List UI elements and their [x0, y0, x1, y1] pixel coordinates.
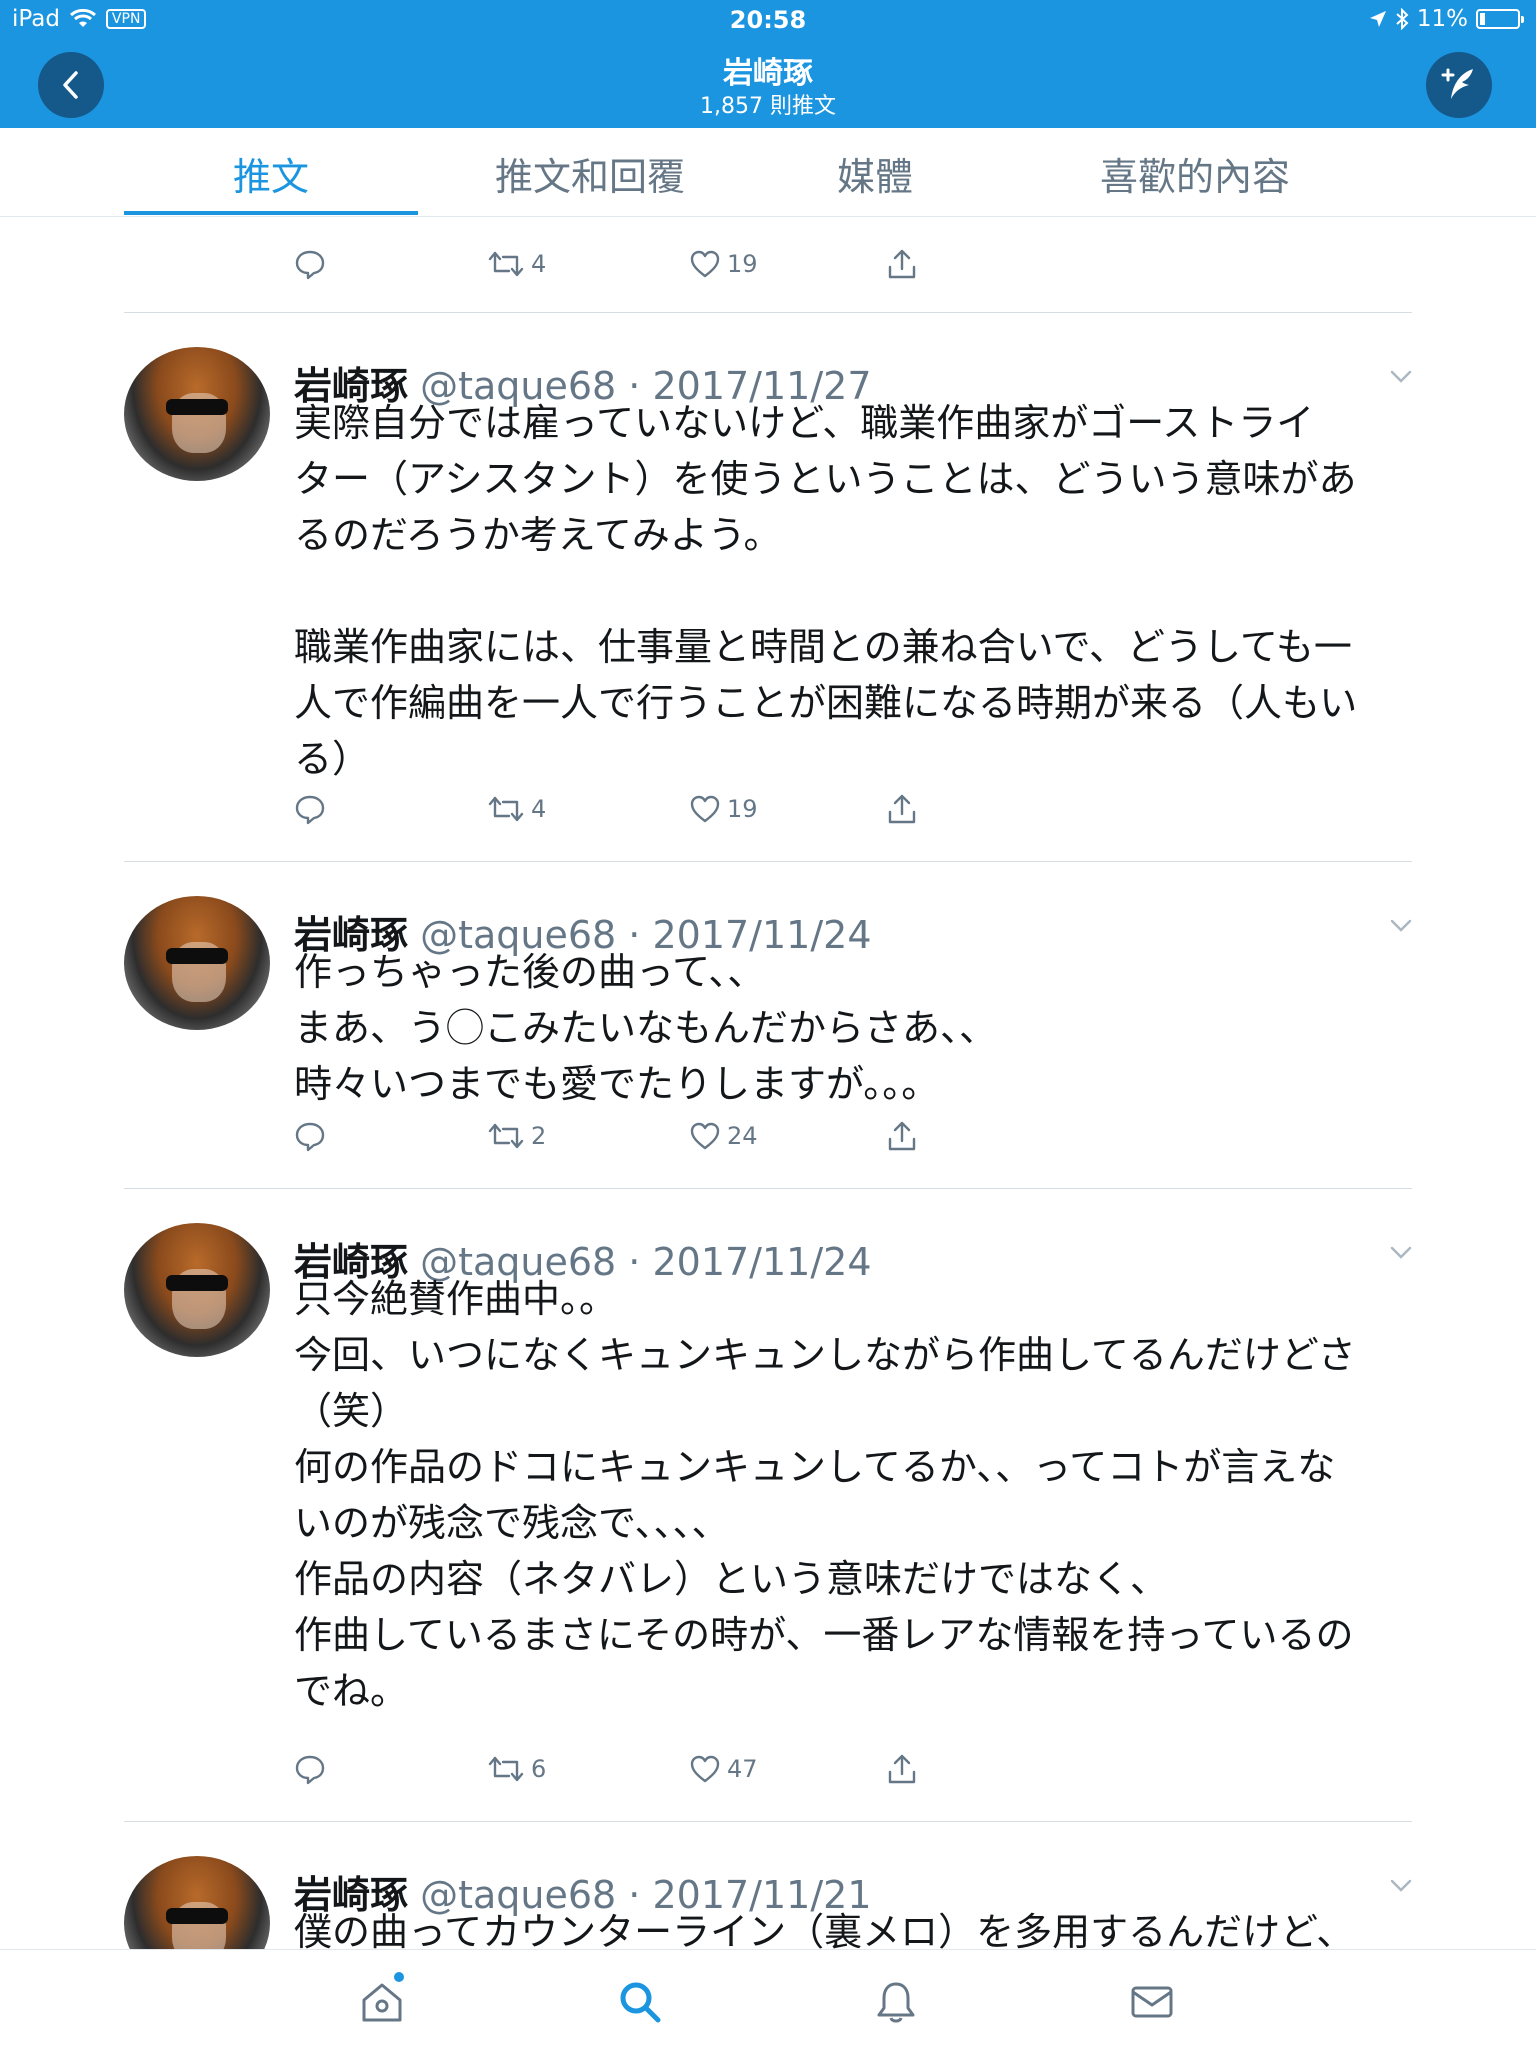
separator: [124, 1821, 1412, 1822]
retweet-count: 4: [531, 795, 547, 823]
reply-icon: [295, 1755, 325, 1785]
heart-icon: [690, 1755, 720, 1783]
battery-percent: 11%: [1416, 6, 1468, 32]
retweet-button[interactable]: 4: [487, 242, 546, 286]
like-button[interactable]: 19: [689, 787, 758, 831]
tweet-count: 1,857 則推文: [700, 94, 836, 119]
like-count: 19: [727, 250, 758, 278]
tweet-actions: 4 19: [0, 787, 1536, 831]
top-bar: iPad VPN 20:58 11% 岩崎琢 1,857 則推文: [0, 0, 1536, 128]
share-icon: [888, 1754, 916, 1784]
bluetooth-icon: [1396, 8, 1409, 30]
reply-icon: [295, 1122, 325, 1152]
chevron-down-icon[interactable]: [1388, 1239, 1414, 1265]
status-time: 20:58: [729, 6, 807, 34]
separator: [124, 312, 1412, 313]
tab-home[interactable]: [358, 1972, 406, 2026]
like-button[interactable]: 24: [689, 1114, 758, 1158]
tab-messages[interactable]: [1128, 1978, 1176, 2026]
share-button[interactable]: [886, 242, 918, 286]
bottom-tab-bar: [0, 1949, 1536, 2049]
heart-icon: [690, 250, 720, 278]
retweet-icon: [488, 1756, 524, 1782]
status-bar: iPad VPN 20:58 11%: [0, 0, 1536, 40]
reply-button[interactable]: [294, 1747, 326, 1791]
bell-icon: [877, 1982, 915, 2023]
reply-icon: [295, 795, 325, 825]
new-content-dot: [394, 1972, 404, 1982]
like-count: 47: [727, 1755, 758, 1783]
tab-search[interactable]: [616, 1978, 664, 2026]
mail-icon: [1131, 1986, 1173, 2018]
compose-button[interactable]: [1426, 52, 1492, 118]
tab-notifications[interactable]: [872, 1978, 920, 2026]
heart-icon: [690, 795, 720, 823]
retweet-icon: [488, 251, 524, 277]
tweet-actions: 6 47: [0, 1747, 1536, 1791]
chevron-down-icon[interactable]: [1388, 363, 1414, 389]
tweet-text: 只今絶賛作曲中。。 今回、いつになくキュンキュンしながら作曲してるんだけどさ （…: [294, 1281, 1356, 1716]
search-icon: [620, 1982, 661, 2023]
tab-media[interactable]: 媒體: [780, 146, 970, 201]
like-button[interactable]: 19: [689, 242, 758, 286]
location-arrow-icon: [1369, 11, 1386, 27]
retweet-button[interactable]: 4: [487, 787, 546, 831]
retweet-count: 6: [531, 1755, 547, 1783]
tweet-actions: 2 24: [0, 1114, 1536, 1158]
tweet-actions: 4 19: [0, 242, 1536, 286]
chevron-down-icon[interactable]: [1388, 1872, 1414, 1898]
active-tab-indicator: [124, 211, 418, 215]
retweet-icon: [488, 796, 524, 822]
tweet-text: 僕の曲ってカウンターライン（裏メロ）を多用するんだけど、 それはメロディ、という…: [294, 1914, 1355, 1949]
retweet-icon: [488, 1123, 524, 1149]
share-button[interactable]: [886, 1114, 918, 1158]
share-icon: [888, 794, 916, 824]
tab-tweets-and-replies[interactable]: 推文和回覆: [450, 146, 730, 201]
retweet-count: 4: [531, 250, 547, 278]
retweet-count: 2: [531, 1122, 547, 1150]
share-button[interactable]: [886, 1747, 918, 1791]
tab-likes[interactable]: 喜歡的內容: [1040, 146, 1350, 201]
reply-button[interactable]: [294, 242, 326, 286]
avatar[interactable]: [124, 1223, 270, 1357]
avatar[interactable]: [124, 347, 270, 481]
reply-button[interactable]: [294, 787, 326, 831]
separator: [124, 1188, 1412, 1189]
tweet-text: 実際自分では雇っていないけど、職業作曲家がゴーストライ ター（アシスタント）を使…: [294, 405, 1358, 784]
page-title: 岩崎琢: [723, 56, 813, 91]
share-icon: [888, 249, 916, 279]
retweet-button[interactable]: 2: [487, 1114, 546, 1158]
timeline[interactable]: 4 19 岩崎琢 @taque68 · 2017/11/27 実際自分では雇って…: [0, 217, 1536, 1949]
status-right: 11%: [1369, 6, 1524, 32]
battery-icon: [1476, 9, 1524, 29]
share-button[interactable]: [886, 787, 918, 831]
like-button[interactable]: 47: [689, 1747, 758, 1791]
avatar[interactable]: [124, 896, 270, 1030]
chevron-down-icon[interactable]: [1388, 912, 1414, 938]
avatar[interactable]: [124, 1856, 270, 1949]
reply-icon: [295, 250, 325, 280]
retweet-button[interactable]: 6: [487, 1747, 546, 1791]
tweet-text: 作っちゃった後の曲って、、 まあ、う◯こみたいなもんだからさあ、、 時々いつまで…: [294, 954, 998, 1109]
compose-tweet-icon: [1441, 68, 1473, 99]
like-count: 24: [727, 1122, 758, 1150]
separator: [124, 861, 1412, 862]
profile-tabs: 推文 推文和回覆 媒體 喜歡的內容: [0, 128, 1536, 217]
home-icon: [362, 1983, 402, 2022]
heart-icon: [690, 1122, 720, 1150]
tab-tweets[interactable]: 推文: [124, 146, 418, 201]
reply-button[interactable]: [294, 1114, 326, 1158]
like-count: 19: [727, 795, 758, 823]
share-icon: [888, 1121, 916, 1151]
